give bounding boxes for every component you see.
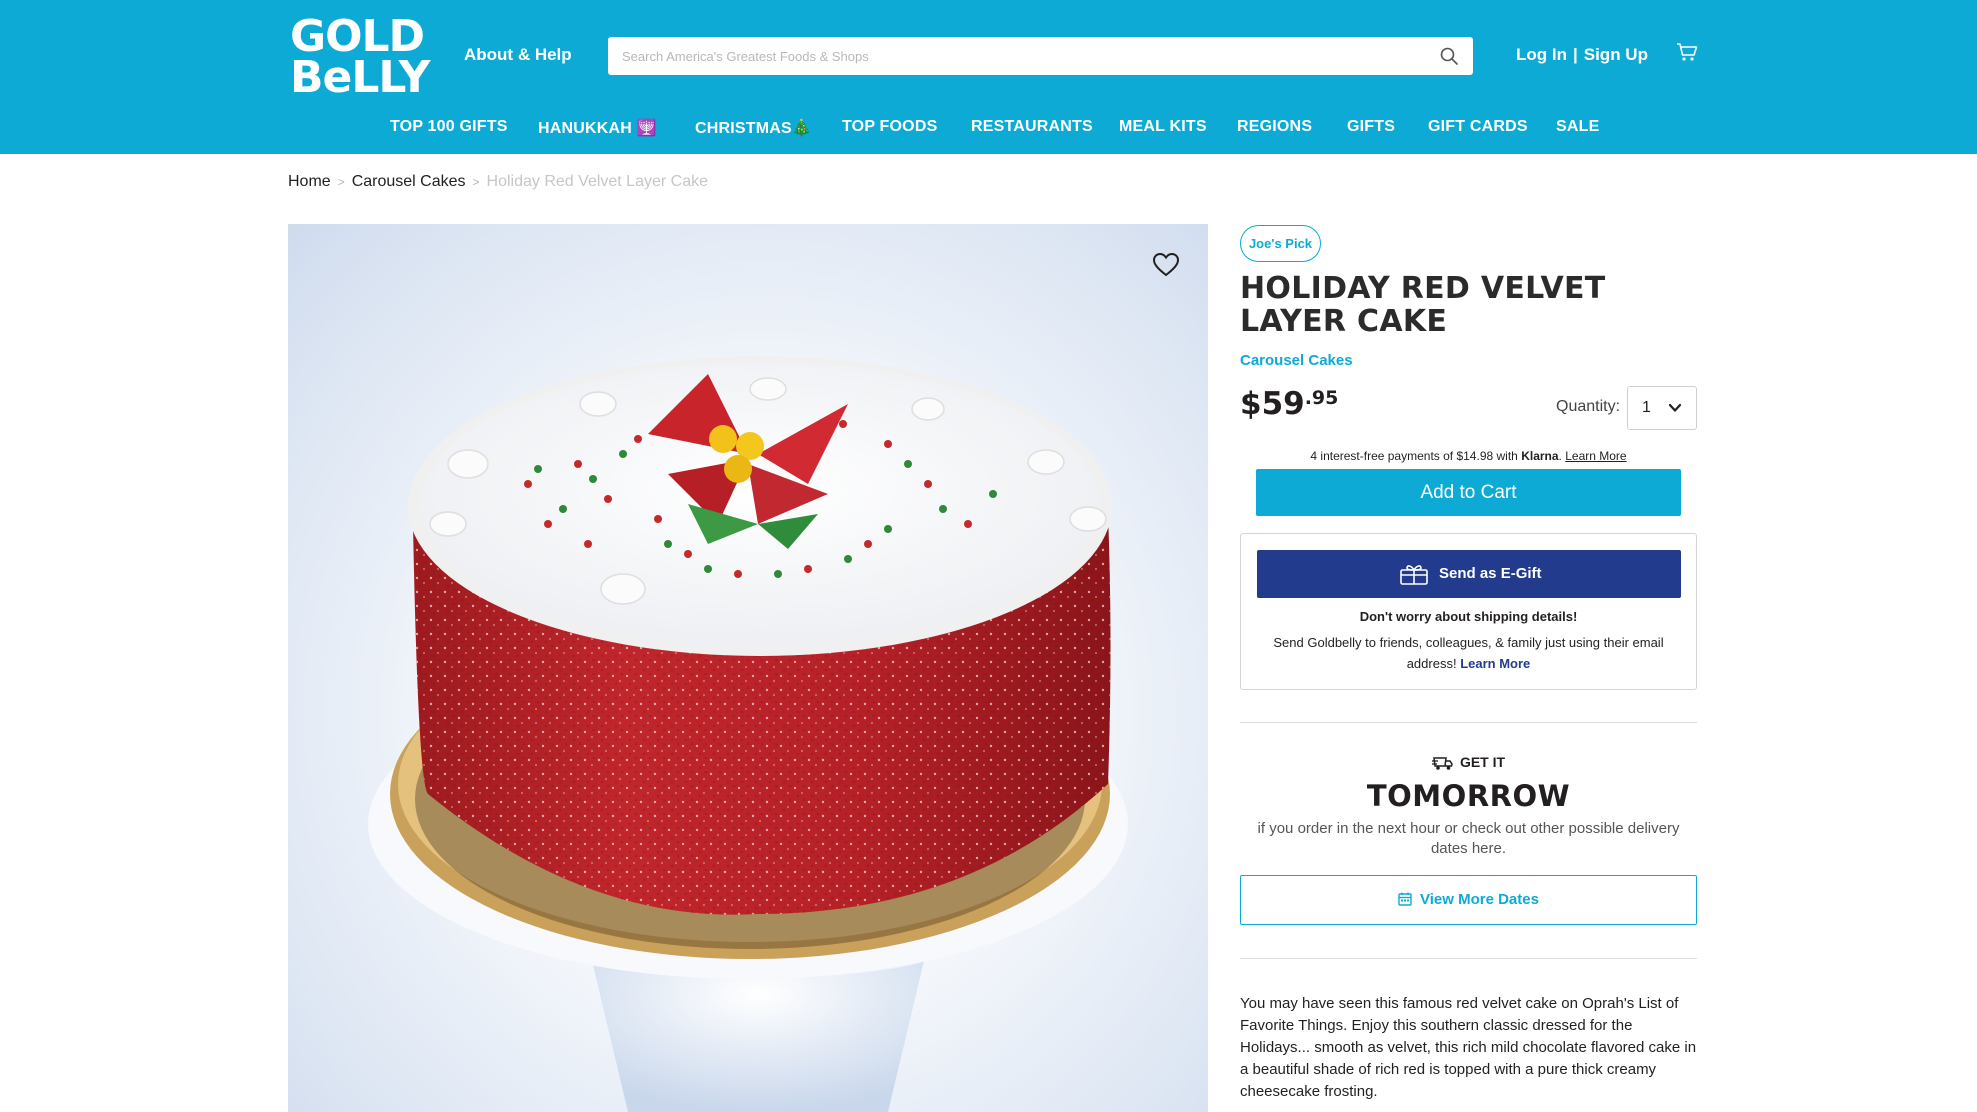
- breadcrumb-separator: >: [472, 175, 480, 189]
- breadcrumb: Home > Carousel Cakes > Holiday Red Velvet L…: [288, 173, 708, 191]
- klarna-learn-more[interactable]: Learn More: [1565, 449, 1626, 463]
- cake-illustration: [368, 356, 1128, 1112]
- login-separator: |: [1572, 45, 1578, 64]
- search-icon[interactable]: [1439, 46, 1459, 66]
- account-links: Log In | Sign Up: [1516, 45, 1648, 65]
- klarna-period: .: [1558, 449, 1562, 463]
- joes-pick-badge[interactable]: Joe's Pick: [1240, 225, 1321, 262]
- nav-sale[interactable]: SALE: [1556, 118, 1599, 136]
- send-egift-button[interactable]: Send as E-Gift: [1257, 550, 1681, 598]
- login-link[interactable]: Log In: [1516, 45, 1567, 64]
- nav-top-foods[interactable]: TOP FOODS: [842, 118, 937, 136]
- shop-link[interactable]: Carousel Cakes: [1240, 352, 1353, 369]
- product-description: You may have seen this famous red velvet…: [1240, 995, 1697, 1100]
- add-to-cart-button[interactable]: Add to Cart: [1256, 469, 1681, 516]
- search-input[interactable]: [622, 37, 1422, 75]
- send-egift-label: Send as E-Gift: [1439, 565, 1542, 582]
- cart-icon[interactable]: [1676, 42, 1698, 62]
- nav-regions[interactable]: REGIONS: [1237, 118, 1312, 136]
- main-nav: TOP 100 GIFTS HANUKKAH 🕎 CHRISTMAS🎄 TOP …: [0, 118, 1977, 140]
- price-dollars: $59: [1240, 386, 1305, 422]
- nav-restaurants[interactable]: RESTAURANTS: [971, 118, 1093, 136]
- truck-icon: [1431, 757, 1453, 770]
- delivery-note: if you order in the next hour or check o…: [1257, 820, 1680, 857]
- product-image[interactable]: [288, 224, 1208, 1112]
- price: $59.95: [1240, 386, 1338, 422]
- chevron-down-icon: [1668, 403, 1682, 412]
- breadcrumb-category[interactable]: Carousel Cakes: [352, 173, 466, 190]
- nav-gift-cards[interactable]: GIFT CARDS: [1428, 118, 1528, 136]
- klarna-brand: Klarna: [1521, 449, 1559, 463]
- nav-meal-kits[interactable]: MEAL KITS: [1119, 118, 1207, 136]
- about-help-link[interactable]: About & Help: [464, 45, 572, 65]
- nav-christmas[interactable]: CHRISTMAS🎄: [695, 118, 812, 138]
- quantity-select[interactable]: 1: [1627, 386, 1697, 430]
- signup-link[interactable]: Sign Up: [1584, 45, 1648, 64]
- product-title: HOLIDAY RED VELVET LAYER CAKE: [1240, 271, 1606, 339]
- nav-hanukkah[interactable]: HANUKKAH 🕎: [538, 118, 657, 138]
- gift-icon: [1400, 565, 1428, 585]
- site-header: GOLD BeLLY About & Help Log In | Sign Up T…: [0, 0, 1977, 154]
- breadcrumb-current: Holiday Red Velvet Layer Cake: [486, 173, 708, 190]
- nav-top-100-gifts[interactable]: TOP 100 GIFTS: [390, 118, 508, 136]
- quantity-label: Quantity:: [1556, 398, 1621, 415]
- heart-icon[interactable]: [1152, 252, 1180, 278]
- klarna-text: 4 interest-free payments of $14.98 with: [1310, 449, 1518, 463]
- delivery-day: TOMORROW: [1366, 779, 1571, 813]
- logo-line-2: BeLLY: [290, 52, 430, 103]
- breadcrumb-separator: >: [337, 175, 345, 189]
- nav-gifts[interactable]: GIFTS: [1347, 118, 1395, 136]
- calendar-icon: [1398, 892, 1412, 906]
- search-bar: [608, 37, 1473, 75]
- get-it-text: GET IT: [1459, 754, 1506, 770]
- quantity-value: 1: [1642, 399, 1651, 416]
- price-cents: .95: [1304, 387, 1339, 409]
- egift-description: Send Goldbelly to friends, colleagues, &…: [1261, 632, 1676, 674]
- divider: [1240, 958, 1697, 959]
- logo-line-1: GOLD: [290, 11, 425, 62]
- divider: [1240, 722, 1697, 723]
- view-more-dates-button[interactable]: View More Dates: [1240, 875, 1697, 925]
- egift-panel: Send as E-Gift Don't worry about shippin…: [1240, 533, 1697, 690]
- klarna-note: 4 interest-free payments of $14.98 with …: [1240, 449, 1697, 463]
- egift-note: Don't worry about shipping details!: [1359, 609, 1578, 624]
- egift-learn-more[interactable]: Learn More: [1460, 656, 1530, 671]
- view-more-dates-label: View More Dates: [1420, 891, 1539, 908]
- get-it-label: GET IT: [1240, 754, 1697, 771]
- breadcrumb-home[interactable]: Home: [288, 173, 331, 190]
- goldbelly-logo[interactable]: GOLD BeLLY: [290, 11, 430, 103]
